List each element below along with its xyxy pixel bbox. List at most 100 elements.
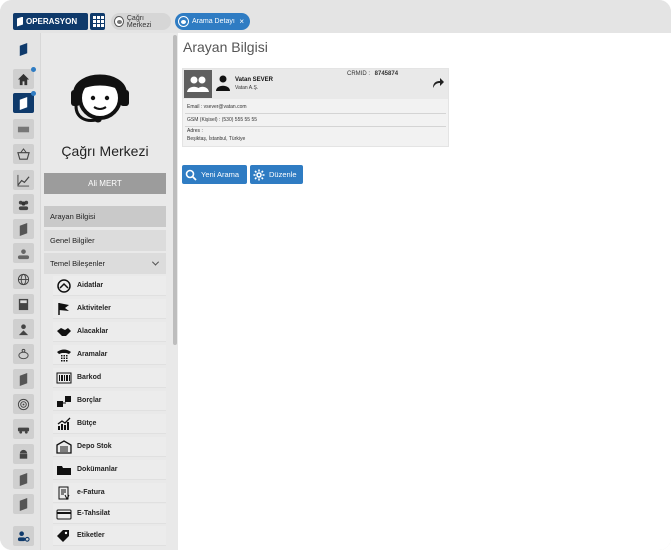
- caller-company: Vatan A.Ş.: [235, 85, 259, 91]
- people-icon: [187, 76, 209, 92]
- chevron-down-icon: [151, 258, 160, 266]
- sub-item-label: Dokümanlar: [77, 466, 118, 473]
- module5-icon[interactable]: [13, 494, 34, 514]
- sub-item-aktiviteler[interactable]: Aktiviteler: [53, 299, 166, 319]
- menu-item-core-components[interactable]: Temel Bileşenler: [44, 253, 166, 274]
- invoice-icon: [55, 485, 73, 501]
- sub-item-label: Etiketler: [77, 532, 105, 539]
- sub-item-e-tahsilat[interactable]: E-Tahsilat: [53, 504, 166, 524]
- home-icon[interactable]: [13, 67, 36, 89]
- barcode-icon: [55, 370, 73, 386]
- caller-email: Email : vsever@vatan.com: [187, 104, 247, 110]
- debt-icon: [55, 393, 73, 409]
- sub-item-barkod[interactable]: Barkod: [53, 368, 166, 388]
- module-switcher[interactable]: OPERASYON: [13, 13, 88, 30]
- truck-icon[interactable]: [13, 419, 34, 439]
- sub-item-dokumanlar[interactable]: Dokümanlar: [53, 460, 166, 480]
- people-icon[interactable]: [13, 194, 34, 214]
- target-icon[interactable]: [13, 394, 34, 414]
- caller-gsm: GSM (Kişisel) : (530) 555 55 55: [187, 117, 258, 123]
- credit-card-icon: [55, 506, 73, 522]
- icon-rail: [0, 33, 40, 550]
- call-center-agent-icon: [71, 74, 129, 123]
- sub-item-borclar[interactable]: Borçlar: [53, 391, 166, 411]
- module2-icon[interactable]: [13, 219, 34, 239]
- menu-item-label: Temel Bileşenler: [50, 259, 106, 268]
- sub-item-aramalar[interactable]: Aramalar: [53, 345, 166, 365]
- sub-item-e-fatura[interactable]: e-Fatura: [53, 483, 166, 503]
- new-call-button[interactable]: Yeni Arama: [182, 165, 247, 184]
- sub-item-label: Bütçe: [77, 420, 97, 427]
- agent-face-icon: [114, 16, 124, 27]
- caller-card-header: Vatan SEVER Vatan A.Ş. CRMID : 8745874: [183, 69, 448, 99]
- caller-address-label: Adres :: [187, 128, 203, 134]
- divider: [185, 126, 446, 127]
- sub-item-etiketler[interactable]: Etiketler: [53, 526, 166, 546]
- android-icon[interactable]: [13, 444, 34, 464]
- piggy-bank-icon[interactable]: [13, 344, 34, 364]
- top-bar: OPERASYON Çağrı Merkezi Arama Detayı ×: [0, 0, 671, 33]
- phone-icon: [55, 347, 73, 363]
- sub-item-alacaklar[interactable]: Alacaklar: [53, 322, 166, 342]
- agent-name-box: Ali MERT: [44, 173, 166, 194]
- menu-item-general-info[interactable]: Genel Bilgiler: [44, 230, 166, 251]
- globe-icon[interactable]: [13, 269, 34, 289]
- logo-icon[interactable]: [13, 39, 34, 59]
- handshake-icon: [55, 324, 73, 340]
- aidat-icon: [55, 278, 73, 294]
- sub-item-label: e-Fatura: [77, 489, 105, 496]
- folder-icon: [55, 462, 73, 478]
- new-call-label: Yeni Arama: [201, 170, 240, 179]
- sub-item-label: Borçlar: [77, 397, 102, 404]
- sidebar-scrollbar[interactable]: [173, 35, 177, 345]
- tab-label: Çağrı Merkezi: [126, 14, 152, 29]
- apps-grid-button[interactable]: [90, 13, 105, 30]
- gear-icon: [253, 169, 265, 180]
- caller-name: Vatan SEVER: [235, 77, 274, 83]
- warehouse-icon: [55, 439, 73, 455]
- module-icon[interactable]: [13, 91, 36, 113]
- sub-item-label: Aidatlar: [77, 282, 104, 289]
- close-icon[interactable]: ×: [239, 17, 244, 26]
- basket-icon[interactable]: [13, 144, 34, 164]
- sub-item-depo-stok[interactable]: Depo Stok: [53, 437, 166, 457]
- sub-item-aidatlar[interactable]: Aidatlar: [53, 276, 166, 296]
- org-icon[interactable]: [13, 319, 34, 339]
- share-icon[interactable]: [432, 77, 445, 89]
- crmid: CRMID : 8745874: [347, 71, 398, 77]
- sub-item-butce[interactable]: Bütçe: [53, 414, 166, 434]
- sub-item-label: Barkod: [77, 374, 102, 381]
- tab-label: Arama Detayı: [192, 18, 235, 25]
- tab-call-center[interactable]: Çağrı Merkezi: [111, 13, 171, 30]
- agent-face-icon: [178, 16, 189, 27]
- chart-line-icon[interactable]: [13, 170, 34, 190]
- edit-label: Düzenle: [269, 170, 297, 179]
- sub-item-label: Aktiviteler: [77, 305, 111, 312]
- menu-item-caller-info[interactable]: Arayan Bilgisi: [44, 206, 166, 227]
- flag-icon: [55, 301, 73, 317]
- module3-icon[interactable]: [13, 369, 34, 389]
- cards-icon[interactable]: [13, 119, 34, 139]
- crmid-label: CRMID :: [347, 71, 370, 77]
- caller-address: Beşiktaş, İstanbul, Türkiye: [187, 136, 246, 142]
- module-name: OPERASYON: [26, 17, 78, 26]
- sub-item-label: E-Tahsilat: [77, 510, 110, 517]
- person-icon: [216, 75, 230, 91]
- search-icon: [185, 169, 197, 181]
- edit-button[interactable]: Düzenle: [250, 165, 303, 184]
- user-settings-icon[interactable]: [13, 526, 34, 546]
- tab-call-detail[interactable]: Arama Detayı ×: [175, 13, 250, 30]
- page-title: Arayan Bilgisi: [183, 39, 268, 55]
- app-window: OPERASYON Çağrı Merkezi Arama Detayı × Ç…: [0, 0, 671, 550]
- module4-icon[interactable]: [13, 469, 34, 489]
- sidebar-title: Çağrı Merkezi: [61, 143, 149, 159]
- divider: [185, 113, 446, 114]
- menu-item-label: Arayan Bilgisi: [50, 212, 96, 221]
- caller-card: Vatan SEVER Vatan A.Ş. CRMID : 8745874 E…: [182, 68, 449, 147]
- company-avatar: [184, 70, 212, 98]
- sub-item-label: Aramalar: [77, 351, 108, 358]
- crmid-value: 8745874: [374, 71, 399, 77]
- tags-icon: [55, 528, 73, 544]
- team-icon[interactable]: [13, 243, 34, 263]
- calculator-icon[interactable]: [13, 294, 34, 314]
